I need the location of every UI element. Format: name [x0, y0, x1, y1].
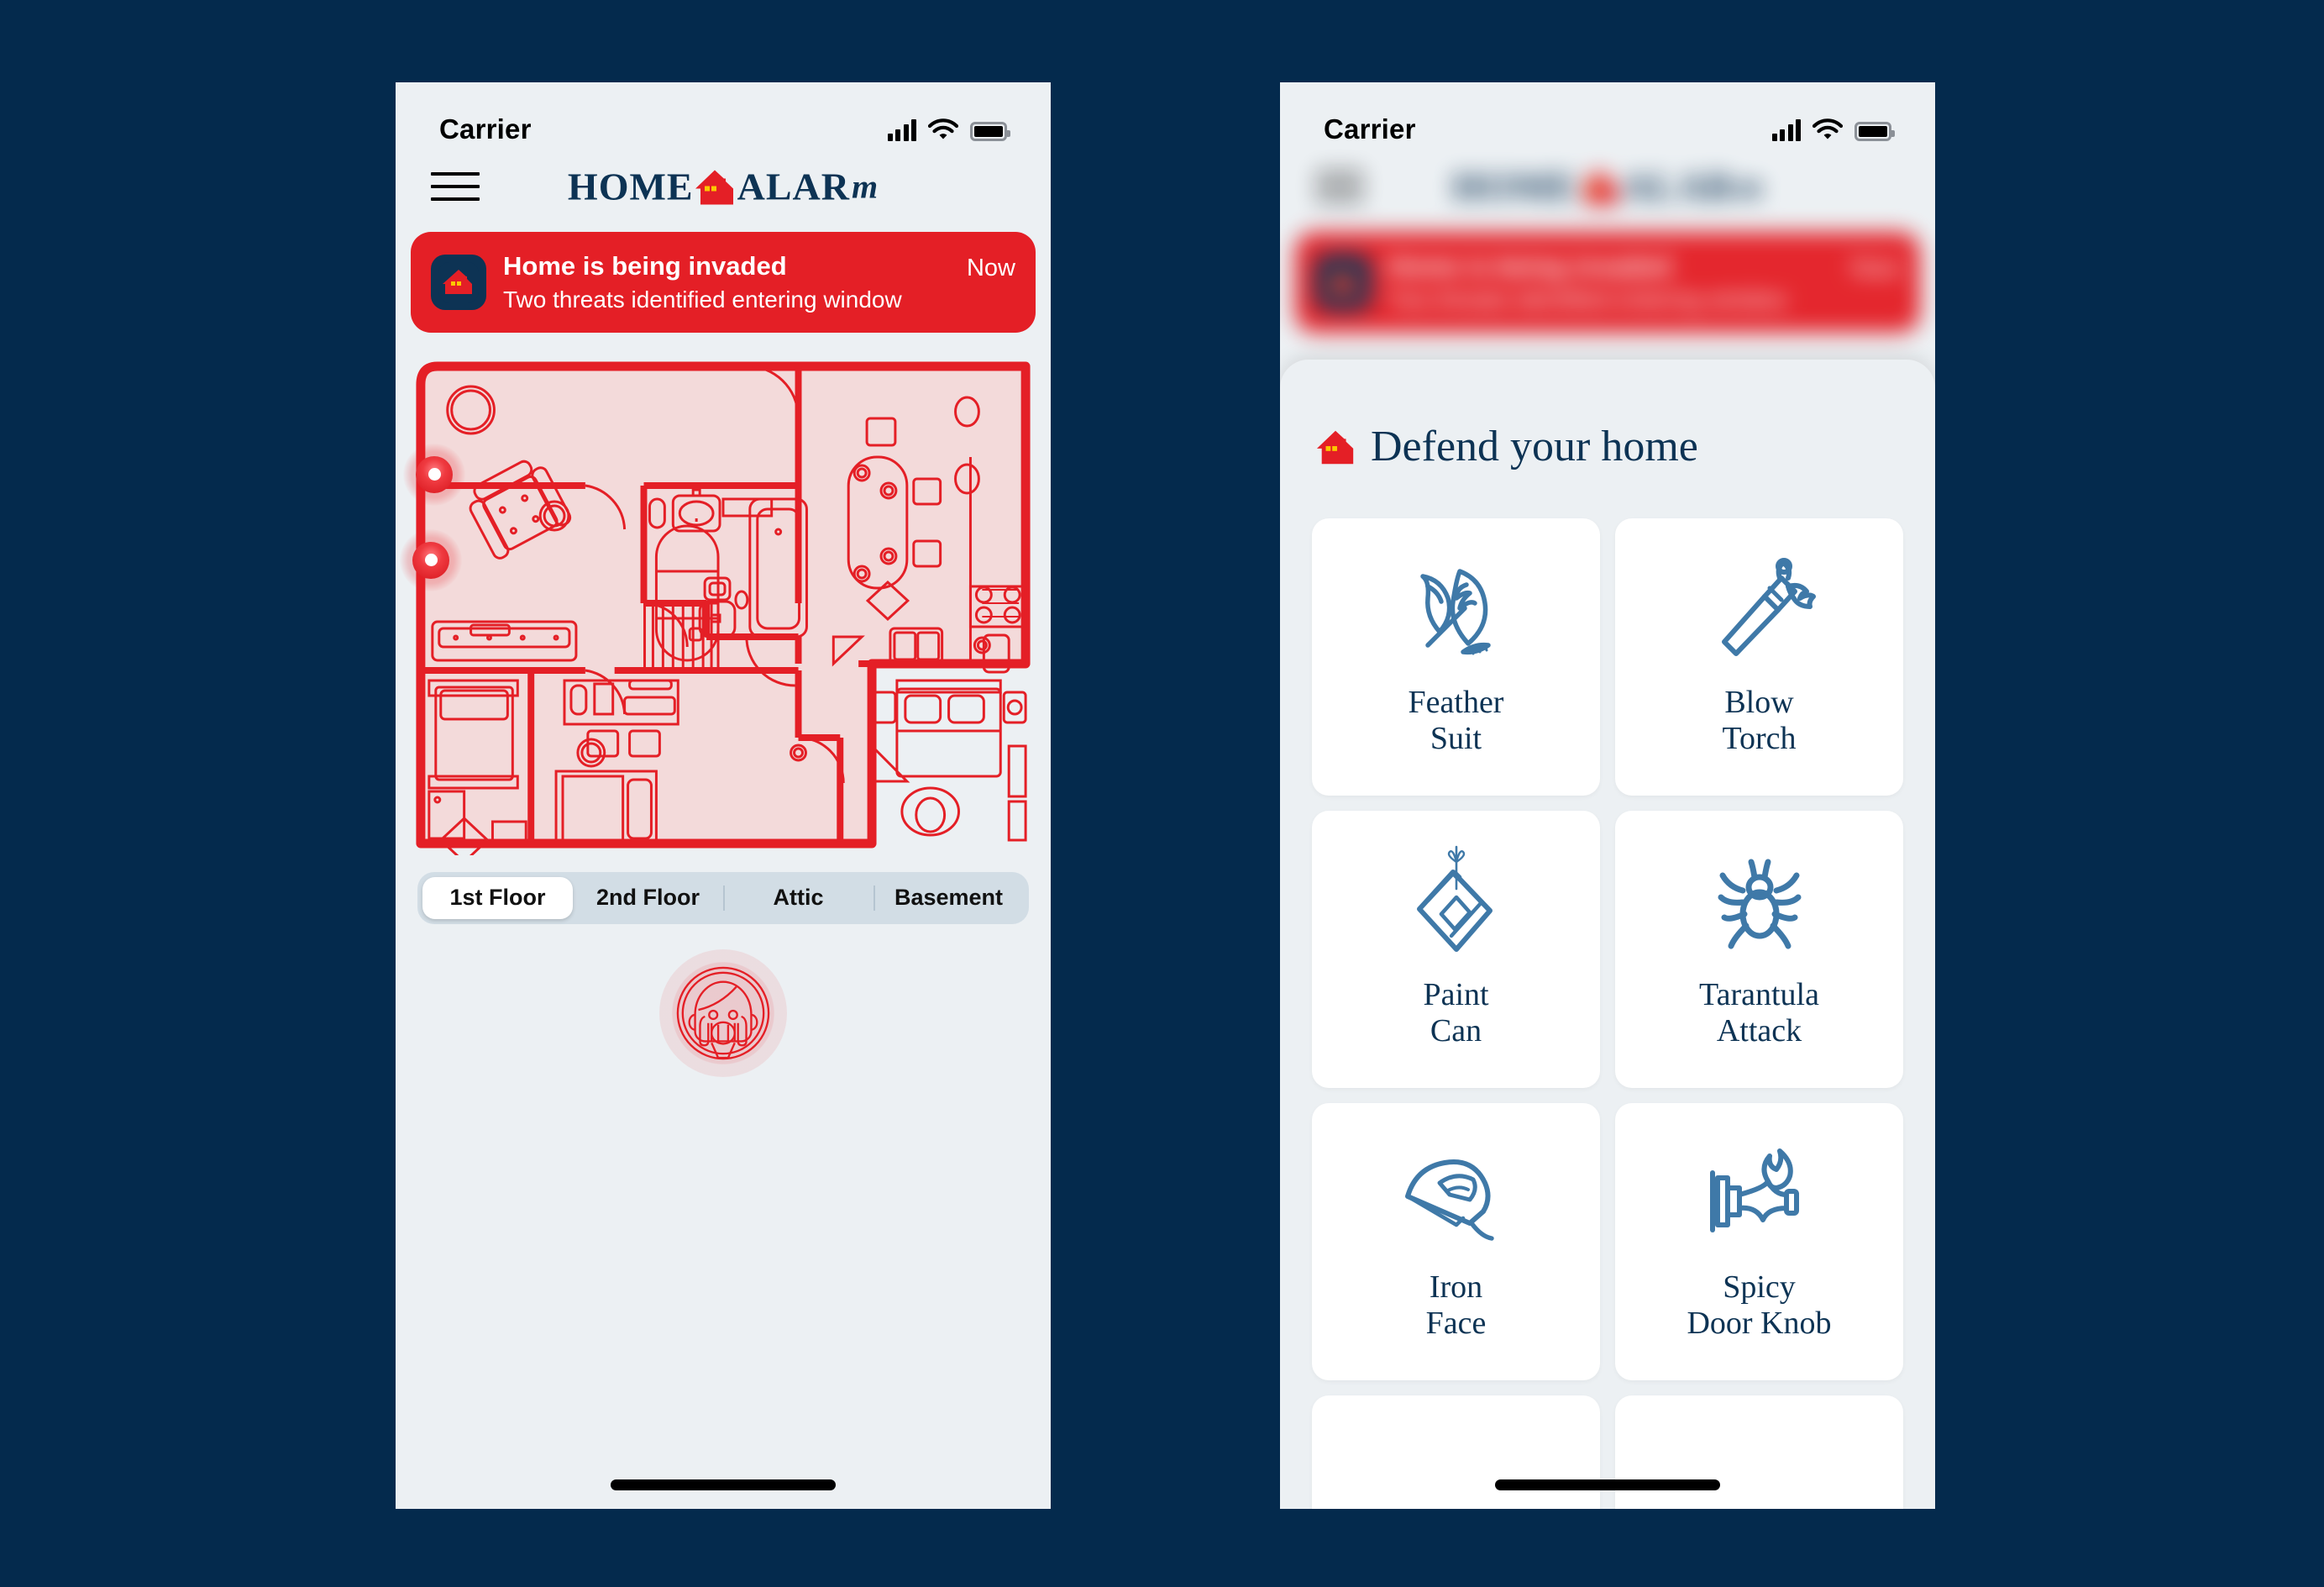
- wifi-icon: [928, 118, 958, 139]
- house-icon: [695, 170, 733, 204]
- label-line-1: Spicy: [1723, 1269, 1796, 1305]
- notification-body: Home is being invaded Two threats identi…: [1388, 250, 1834, 314]
- label-line-1: Iron: [1429, 1269, 1483, 1305]
- sheet-header: Defend your home: [1312, 360, 1903, 518]
- label-line-2: Suit: [1430, 720, 1482, 756]
- status-icons: [1771, 118, 1895, 141]
- panic-button-area: [396, 949, 1051, 1077]
- threat-marker-1[interactable]: [403, 443, 466, 506]
- label-line-1: Feather: [1408, 685, 1504, 720]
- notification-title: Home is being invaded: [1388, 251, 1671, 281]
- defense-card-label: Blow Torch: [1722, 685, 1796, 756]
- app-logo: HOME ALAR m: [396, 165, 1051, 209]
- defend-your-home-sheet: Defend your home Feather Suit Blow Torch…: [1280, 360, 1935, 1509]
- battery-icon: [1854, 121, 1895, 141]
- phone-right-defend-screen: Carrier HOME ALAR m Home is being invade…: [1280, 82, 1935, 1509]
- notification-timestamp: Now: [1850, 255, 1900, 281]
- floor-tab-1st-floor[interactable]: 1st Floor: [422, 876, 573, 919]
- logo-text-m: m: [1735, 167, 1764, 206]
- status-bar: Carrier: [396, 82, 1051, 155]
- screenshot-canvas: Carrier HOME ALAR m Home is being invade…: [0, 0, 2324, 1587]
- notification-body: Home is being invaded Two threats identi…: [503, 250, 950, 314]
- feather-icon: [1398, 547, 1515, 673]
- home-floorplan[interactable]: [400, 351, 1041, 855]
- hamburger-menu-icon: [1315, 172, 1364, 201]
- carrier-label: Carrier: [1324, 113, 1416, 145]
- panic-button[interactable]: [659, 949, 787, 1077]
- sheet-title-text: Defend your home: [1371, 423, 1698, 470]
- phone-left-alarm-screen: Carrier HOME ALAR m Home is being invade…: [396, 82, 1051, 1509]
- threat-marker-2[interactable]: [400, 528, 463, 591]
- blurred-backdrop: HOME ALAR m Home is being invaded Two th…: [1280, 155, 1935, 333]
- house-icon: [1316, 430, 1354, 464]
- house-icon: [1579, 170, 1618, 204]
- paint-can-icon: [1398, 839, 1515, 965]
- status-icons: [887, 118, 1010, 141]
- label-line-1: Blow: [1724, 685, 1794, 720]
- defense-options-grid: Feather Suit Blow Torch Paint Can Tarant…: [1312, 518, 1903, 1509]
- label-line-2: Can: [1430, 1012, 1482, 1048]
- logo-text-m: m: [851, 167, 879, 206]
- defense-card-label: Paint Can: [1423, 977, 1488, 1048]
- defense-card-feather-suit[interactable]: Feather Suit: [1312, 518, 1600, 796]
- app-bar-blurred: HOME ALAR m: [1280, 155, 1935, 218]
- defense-card-label: Tarantula Attack: [1699, 977, 1819, 1048]
- carrier-label: Carrier: [439, 113, 532, 145]
- scream-face-icon: [676, 966, 770, 1060]
- battery-icon: [970, 121, 1010, 141]
- logo-text-alar: ALAR: [1621, 165, 1734, 208]
- logo-text-home: HOME: [1451, 165, 1578, 208]
- notification-title: Home is being invaded: [503, 251, 787, 281]
- label-line-2: Face: [1425, 1305, 1487, 1341]
- floorplan-drawing: [416, 361, 1031, 855]
- intrusion-notification-banner-blurred: Home is being invaded Two threats identi…: [1295, 232, 1920, 333]
- notification-timestamp: Now: [966, 255, 1015, 281]
- home-indicator: [611, 1479, 836, 1490]
- home-indicator: [1495, 1479, 1720, 1490]
- defense-card-label: Iron Face: [1426, 1269, 1487, 1341]
- floor-tab-attic[interactable]: Attic: [723, 877, 873, 919]
- defense-card-paint-can[interactable]: Paint Can: [1312, 811, 1600, 1088]
- label-line-1: Paint: [1423, 977, 1489, 1012]
- app-bar: HOME ALAR m: [396, 155, 1051, 218]
- defense-card-tarantula-attack[interactable]: Tarantula Attack: [1615, 811, 1903, 1088]
- cellular-signal-icon: [1771, 118, 1801, 141]
- label-line-2: Door Knob: [1687, 1305, 1832, 1341]
- hamburger-menu-icon[interactable]: [431, 172, 480, 201]
- notification-subtitle: Two threats identified entering window: [503, 286, 902, 313]
- defense-card-blow-torch[interactable]: Blow Torch: [1615, 518, 1903, 796]
- defense-card-next-row-right[interactable]: [1615, 1395, 1903, 1509]
- label-line-2: Attack: [1716, 1012, 1802, 1048]
- label-line-2: Torch: [1722, 720, 1797, 756]
- defense-card-next-row-left[interactable]: [1312, 1395, 1600, 1509]
- defense-card-label: Feather Suit: [1409, 685, 1504, 756]
- intrusion-notification-banner[interactable]: Home is being invaded Two threats identi…: [411, 232, 1036, 333]
- tarantula-icon: [1701, 839, 1818, 965]
- iron-icon: [1398, 1132, 1515, 1258]
- notification-subtitle: Two threats identified entering window: [1388, 286, 1786, 313]
- defense-card-label: Spicy Door Knob: [1687, 1269, 1831, 1341]
- floor-selector-tabs[interactable]: 1st Floor 2nd Floor Attic Basement: [417, 871, 1029, 924]
- defense-card-iron-face[interactable]: Iron Face: [1312, 1103, 1600, 1380]
- home-alarm-app-icon: [1315, 254, 1371, 310]
- status-bar: Carrier: [1280, 82, 1935, 155]
- defense-card-spicy-door-knob[interactable]: Spicy Door Knob: [1615, 1103, 1903, 1380]
- door-knob-flame-icon: [1701, 1132, 1818, 1258]
- logo-text-alar: ALAR: [737, 165, 850, 208]
- app-logo-blurred: HOME ALAR m: [1280, 165, 1935, 209]
- blow-torch-icon: [1701, 547, 1818, 673]
- floor-tab-2nd-floor[interactable]: 2nd Floor: [573, 877, 723, 919]
- wifi-icon: [1813, 118, 1843, 139]
- home-alarm-app-icon: [431, 254, 486, 310]
- cellular-signal-icon: [887, 118, 916, 141]
- logo-text-home: HOME: [567, 165, 694, 208]
- label-line-1: Tarantula: [1699, 977, 1819, 1012]
- floor-tab-basement[interactable]: Basement: [873, 877, 1024, 919]
